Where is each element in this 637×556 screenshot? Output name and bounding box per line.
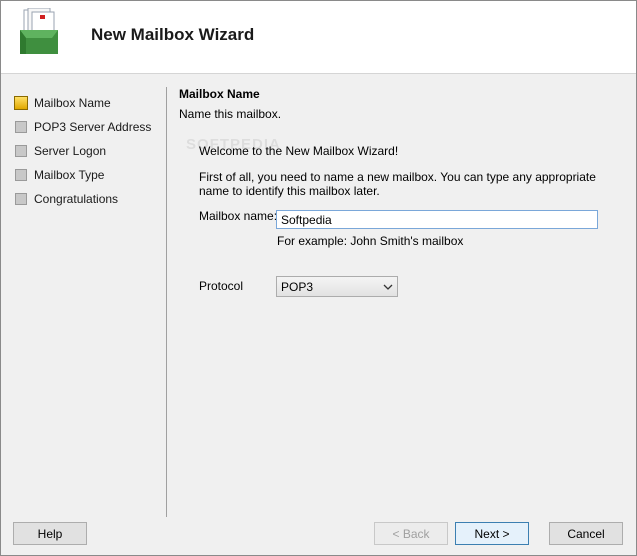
step-label: Mailbox Type [34,168,105,182]
step-item-congratulations: Congratulations [15,187,151,211]
next-button[interactable]: Next > [455,522,529,545]
vertical-divider [166,87,167,517]
wizard-title: New Mailbox Wizard [91,25,255,44]
back-button[interactable]: < Back [374,522,448,545]
header-divider [1,73,636,74]
step-list: Mailbox Name POP3 Server Address Server … [14,91,151,211]
step-item-pop3-server-address: POP3 Server Address [15,115,151,139]
protocol-label: Protocol [199,279,244,293]
mailbox-name-input[interactable] [276,210,598,229]
step-pending-icon [15,145,27,157]
step-item-mailbox-name: Mailbox Name [14,91,151,115]
step-label: Mailbox Name [34,96,111,110]
step-label: POP3 Server Address [34,120,152,134]
chevron-down-icon [383,284,393,290]
step-label: Server Logon [34,144,107,158]
step-pending-icon [15,193,27,205]
step-item-mailbox-type: Mailbox Type [15,163,151,187]
help-button[interactable]: Help [13,522,87,545]
step-active-icon [14,96,28,110]
wizard-window: New Mailbox Wizard Mailbox Name POP3 Ser… [0,0,637,556]
mailbox-name-example: For example: John Smith's mailbox [277,234,464,248]
step-label: Congratulations [34,192,119,206]
wizard-header: New Mailbox Wizard [1,1,636,73]
step-item-server-logon: Server Logon [15,139,151,163]
protocol-value: POP3 [281,279,314,294]
welcome-text: Welcome to the New Mailbox Wizard! [199,144,399,158]
mailbox-name-label: Mailbox name: [199,209,278,223]
cancel-button[interactable]: Cancel [549,522,623,545]
step-pending-icon [15,169,27,181]
step-pending-icon [15,121,27,133]
protocol-select[interactable]: POP3 [276,276,398,297]
intro-text: First of all, you need to name a new mai… [199,170,596,198]
page-title: Mailbox Name [179,87,260,101]
page-subtitle: Name this mailbox. [179,107,282,121]
mailbox-icon [20,8,58,54]
